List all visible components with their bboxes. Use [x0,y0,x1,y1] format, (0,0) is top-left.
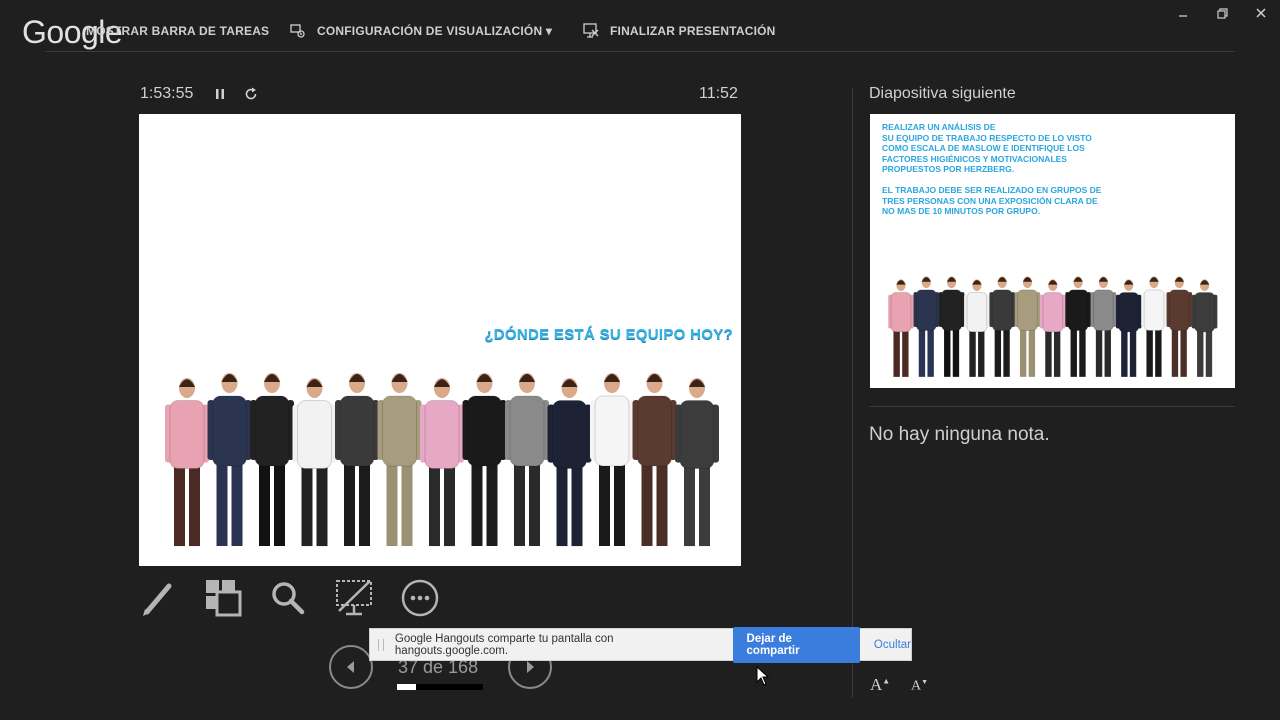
person-figure [420,377,464,547]
mouse-cursor-icon [756,666,770,686]
person-figure [1166,276,1193,377]
hide-link[interactable]: Ocultar [874,639,911,651]
person-figure [1191,279,1218,377]
pause-icon[interactable] [211,85,229,103]
drag-handle-icon[interactable] [378,638,384,651]
person-figure [165,377,209,547]
person-figure [462,373,507,546]
stop-sharing-button[interactable]: Dejar de compartir [732,626,860,663]
current-slide[interactable]: ¿DÓNDE ESTÁ SU EQUIPO HOY? [139,114,741,566]
pen-icon[interactable] [139,578,179,618]
person-figure [1040,279,1066,377]
minimize-button[interactable] [1172,4,1194,22]
person-figure [632,373,677,546]
person-figure [675,377,719,547]
end-presentation-label: FINALIZAR PRESENTACIÓN [610,24,776,38]
share-message: Google Hangouts comparte tu pantalla con… [394,632,614,657]
next-arrow-icon [527,661,534,673]
person-figure [1090,276,1117,377]
speaker-notes: No hay ninguna nota. [869,424,1050,445]
person-figure [964,279,990,377]
person-figure [938,276,965,377]
person-figure [1014,276,1041,377]
more-options-icon[interactable] [400,578,440,618]
person-figure [292,377,337,547]
end-presentation-button[interactable]: FINALIZAR PRESENTACIÓN [582,22,776,40]
restore-icon [1216,7,1228,19]
people-group-image [165,373,719,547]
next-slide-label: Diapositiva siguiente [869,85,1016,102]
previous-arrow-icon [347,661,354,673]
minimize-icon [1179,15,1187,17]
person-figure [377,373,422,546]
taskbar-icon [58,22,76,40]
person-figure [590,373,634,546]
person-figure [207,373,252,546]
restart-timer-icon[interactable] [242,85,260,103]
display-settings-label: CONFIGURACIÓN DE VISUALIZACIÓN ▾ [317,24,553,38]
slides-grid-icon[interactable] [203,578,243,618]
increase-font-button[interactable]: A▲ [870,675,890,695]
current-time: 11:52 [699,85,738,102]
person-figure [888,279,914,377]
show-taskbar-label: MOSTRAR BARRA DE TAREAS [86,24,270,38]
panel-divider [852,88,853,698]
person-figure [913,276,940,377]
next-slide-people-image [888,276,1218,377]
previous-slide-button[interactable] [329,645,373,689]
person-figure [1115,279,1142,377]
elapsed-timer: 1:53:55 [140,85,194,102]
next-slide-preview[interactable]: REALIZAR UN ANÁLISIS DE SU EQUIPO DE TRA… [870,114,1235,388]
display-settings-icon [290,24,305,38]
black-screen-icon[interactable] [334,578,374,618]
person-figure [505,373,549,546]
person-figure [335,373,379,546]
display-settings-button[interactable]: CONFIGURACIÓN DE VISUALIZACIÓN ▾ [289,22,552,40]
slide-progress-fill [397,684,416,690]
end-presentation-icon [583,23,599,38]
notes-divider [869,406,1235,407]
toolbar-divider [45,51,1235,52]
close-icon [1256,8,1266,18]
person-figure [1141,276,1167,377]
decrease-font-label: A [911,678,922,694]
increase-font-label: A [870,675,883,694]
person-figure [989,276,1015,377]
person-figure [1065,276,1091,377]
zoom-icon[interactable] [268,578,308,618]
screen-share-notification: Google Hangouts comparte tu pantalla con… [369,626,912,663]
show-taskbar-button[interactable]: MOSTRAR BARRA DE TAREAS [58,22,269,40]
person-figure [547,377,592,547]
decrease-font-button[interactable]: A▼ [911,678,928,695]
slide-progress-bar [397,684,483,690]
person-figure [250,373,294,546]
restore-button[interactable] [1211,4,1233,22]
close-button[interactable] [1250,4,1272,22]
